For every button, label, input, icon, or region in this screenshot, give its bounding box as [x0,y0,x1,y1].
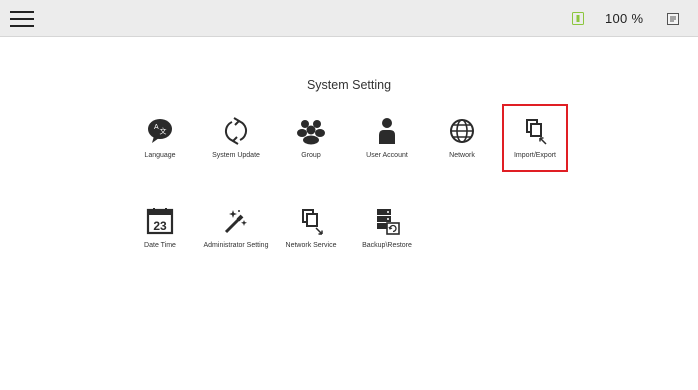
setting-network-service[interactable]: Network Service [278,194,344,262]
setting-import-export[interactable]: Import/Export [502,104,568,172]
setting-label: Date Time [144,242,176,249]
svg-text:A: A [154,124,159,131]
group-icon [297,120,325,145]
display-icon[interactable] [667,13,679,25]
zoom-level: 100 % [605,11,644,26]
setting-label: Network Service [285,242,337,249]
setting-label: Language [144,152,176,159]
setting-language[interactable]: A 文 Language [127,104,193,172]
setting-label: Administrator Setting [203,242,269,249]
copy-arrow-icon [302,209,323,235]
setting-label: Import/Export [513,152,556,159]
top-bar: 100 % [0,0,698,37]
setting-administrator[interactable]: Administrator Setting [203,194,269,262]
sync-icon [224,117,248,145]
language-icon: A 文 [148,119,172,143]
globe-icon [450,119,474,143]
calendar-icon: 23 [146,208,174,235]
battery-icon [572,12,584,25]
setting-backup-restore[interactable]: Backup\Restore [354,194,420,262]
menu-icon[interactable] [10,10,34,28]
svg-text:文: 文 [160,127,167,136]
server-backup-icon [377,209,400,235]
calendar-day: 23 [153,219,167,233]
setting-label: User Account [366,152,408,159]
setting-network[interactable]: Network [429,104,495,172]
setting-label: Backup\Restore [362,242,412,249]
setting-user-account[interactable]: User Account [354,104,420,172]
page-title: System Setting [306,78,392,92]
setting-label: Network [449,152,475,159]
user-icon [379,118,395,144]
setting-group[interactable]: Group [278,104,344,172]
magic-wand-icon [224,210,247,234]
setting-date-time[interactable]: 23 Date Time [127,194,193,262]
setting-system-update[interactable]: System Update [203,104,269,172]
import-export-icon [526,119,547,145]
setting-label: Group [301,152,321,159]
setting-label: System Update [212,152,260,159]
